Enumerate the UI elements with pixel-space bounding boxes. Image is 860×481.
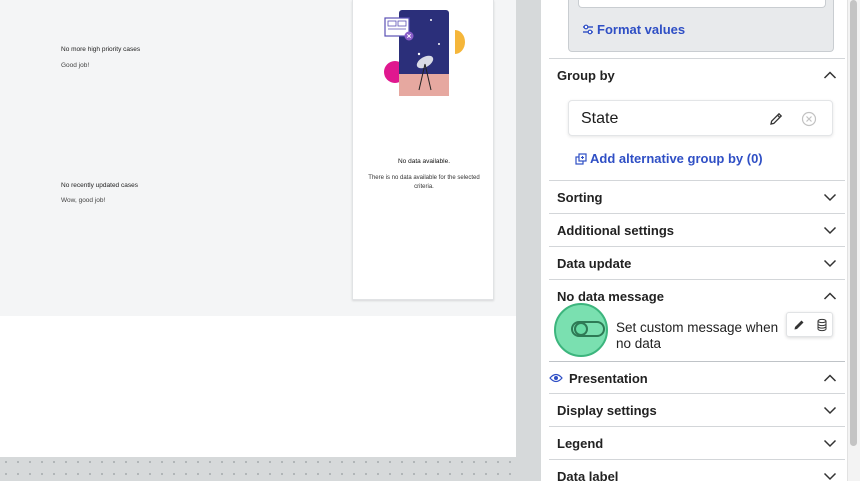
field-mini-toolbar [786,312,833,337]
add-alternative-group-by-link[interactable]: Add alternative group by (0) [575,151,763,166]
section-label: Data update [557,256,632,271]
dashboard-canvas: No more high priority cases Good job! No… [0,0,516,481]
add-alternative-label: Add alternative group by (0) [590,151,763,166]
format-values-icon [583,24,593,34]
custom-message-toggle-label: Set custom message when no data [616,320,779,351]
add-group-icon [575,152,587,165]
chevron-down-icon[interactable] [823,471,837,481]
no-data-illustration [384,10,465,96]
no-data-widget[interactable]: No data available. There is no data avai… [352,0,494,300]
section-label: Group by [557,68,615,83]
section-label: Presentation [569,371,648,386]
empty-card-title: No recently updated cases [61,182,138,189]
format-values-label: Format values [597,22,686,37]
chevron-up-icon[interactable] [823,291,837,301]
panel-scrollbar-thumb[interactable] [850,0,857,446]
section-label: Display settings [557,403,657,418]
chevron-up-icon[interactable] [823,70,837,80]
format-values-link[interactable]: Format values [582,22,685,37]
section-label: Data label [557,469,619,481]
group-by-field[interactable]: State [568,100,833,136]
chevron-down-icon[interactable] [823,225,837,235]
chevron-down-icon[interactable] [823,405,837,415]
section-label: Legend [557,436,604,451]
section-legend[interactable]: Legend [549,426,845,459]
database-icon[interactable] [815,318,829,332]
no-data-title: No data available. [397,158,451,165]
chevron-down-icon[interactable] [823,258,837,268]
section-presentation[interactable]: Presentation [549,361,845,394]
section-additional-settings[interactable]: Additional settings [549,213,845,246]
no-data-subtitle: There is no data available for the selec… [368,175,480,190]
chevron-down-icon[interactable] [823,192,837,202]
empty-card-subtitle: Wow, good job! [61,197,106,204]
chevron-up-icon[interactable] [823,373,837,383]
clear-icon[interactable] [801,111,817,127]
section-label: No data message [557,289,664,304]
section-data-label[interactable]: Data label [549,459,845,481]
chevron-down-icon[interactable] [823,438,837,448]
empty-card-title: No more high priority cases [61,46,141,53]
empty-card-subtitle: Good job! [61,62,90,69]
edit-icon[interactable] [792,318,806,332]
eye-icon [549,373,563,383]
toggle-knob[interactable] [574,322,588,336]
section-data-update[interactable]: Data update [549,246,845,279]
panel-gutter [516,0,541,481]
pencil-icon[interactable] [768,111,784,127]
section-label: Additional settings [557,223,674,238]
section-group-by[interactable]: Group by [549,58,845,91]
group-by-value: State [581,110,619,127]
section-sorting[interactable]: Sorting [549,180,845,213]
format-input-remnant[interactable] [578,0,826,8]
section-label: Sorting [557,190,603,205]
section-display-settings[interactable]: Display settings [549,393,845,426]
